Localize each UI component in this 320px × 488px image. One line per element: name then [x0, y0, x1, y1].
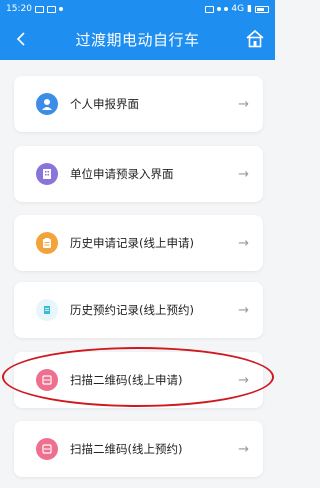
status-bar: 15:20 4G ▮ — [0, 0, 275, 18]
menu-item-scan-qr-application[interactable]: 扫描二维码(线上申请) → — [14, 352, 263, 408]
menu-item-personal-declaration[interactable]: 个人申报界面 → — [14, 76, 263, 132]
qr-scan-icon — [36, 438, 58, 460]
alarm-icon — [224, 7, 229, 11]
battery-icon — [255, 5, 269, 13]
menu-item-application-history[interactable]: 历史申请记录(线上申请) → — [14, 215, 263, 271]
arrow-right-icon: → — [238, 96, 249, 112]
arrow-right-icon: → — [238, 302, 249, 318]
page-title: 过渡期电动自行车 — [75, 30, 200, 49]
menu-item-appointment-history[interactable]: 历史预约记录(线上预约) → — [14, 282, 263, 338]
arrow-right-icon: → — [238, 441, 249, 457]
status-dot-icon — [58, 7, 63, 11]
building-icon — [36, 163, 58, 185]
menu-item-scan-qr-appointment[interactable]: 扫描二维码(线上预约) → — [14, 421, 263, 477]
menu-item-unit-pre-entry[interactable]: 单位申请预录入界面 → — [14, 146, 263, 202]
menu-item-label: 扫描二维码(线上申请) — [70, 373, 183, 387]
phone-icon — [205, 5, 215, 13]
location-icon — [217, 7, 222, 11]
network-label: 4G — [231, 4, 245, 14]
status-time: 15:20 — [6, 4, 32, 14]
qr-scan-icon — [36, 369, 58, 391]
menu-item-label: 扫描二维码(线上预约) — [70, 442, 183, 456]
arrow-right-icon: → — [238, 166, 249, 182]
arrow-right-icon: → — [238, 372, 249, 388]
signal-icon: ▮ — [247, 4, 252, 14]
menu-item-label: 单位申请预录入界面 — [70, 167, 174, 181]
menu-item-label: 历史预约记录(线上预约) — [70, 303, 194, 317]
menu-item-label: 历史申请记录(线上申请) — [70, 236, 194, 250]
clipboard-icon — [36, 232, 58, 254]
back-button[interactable] — [8, 26, 34, 52]
arrow-right-icon: → — [238, 235, 249, 251]
person-icon — [36, 93, 58, 115]
message-icon — [46, 5, 56, 13]
chevron-left-icon — [16, 32, 25, 46]
home-button[interactable] — [241, 25, 269, 53]
notification-icon — [34, 5, 44, 13]
menu-item-label: 个人申报界面 — [70, 97, 139, 111]
document-icon — [36, 299, 58, 321]
app-header: 过渡期电动自行车 — [0, 18, 275, 60]
home-icon — [246, 29, 264, 48]
